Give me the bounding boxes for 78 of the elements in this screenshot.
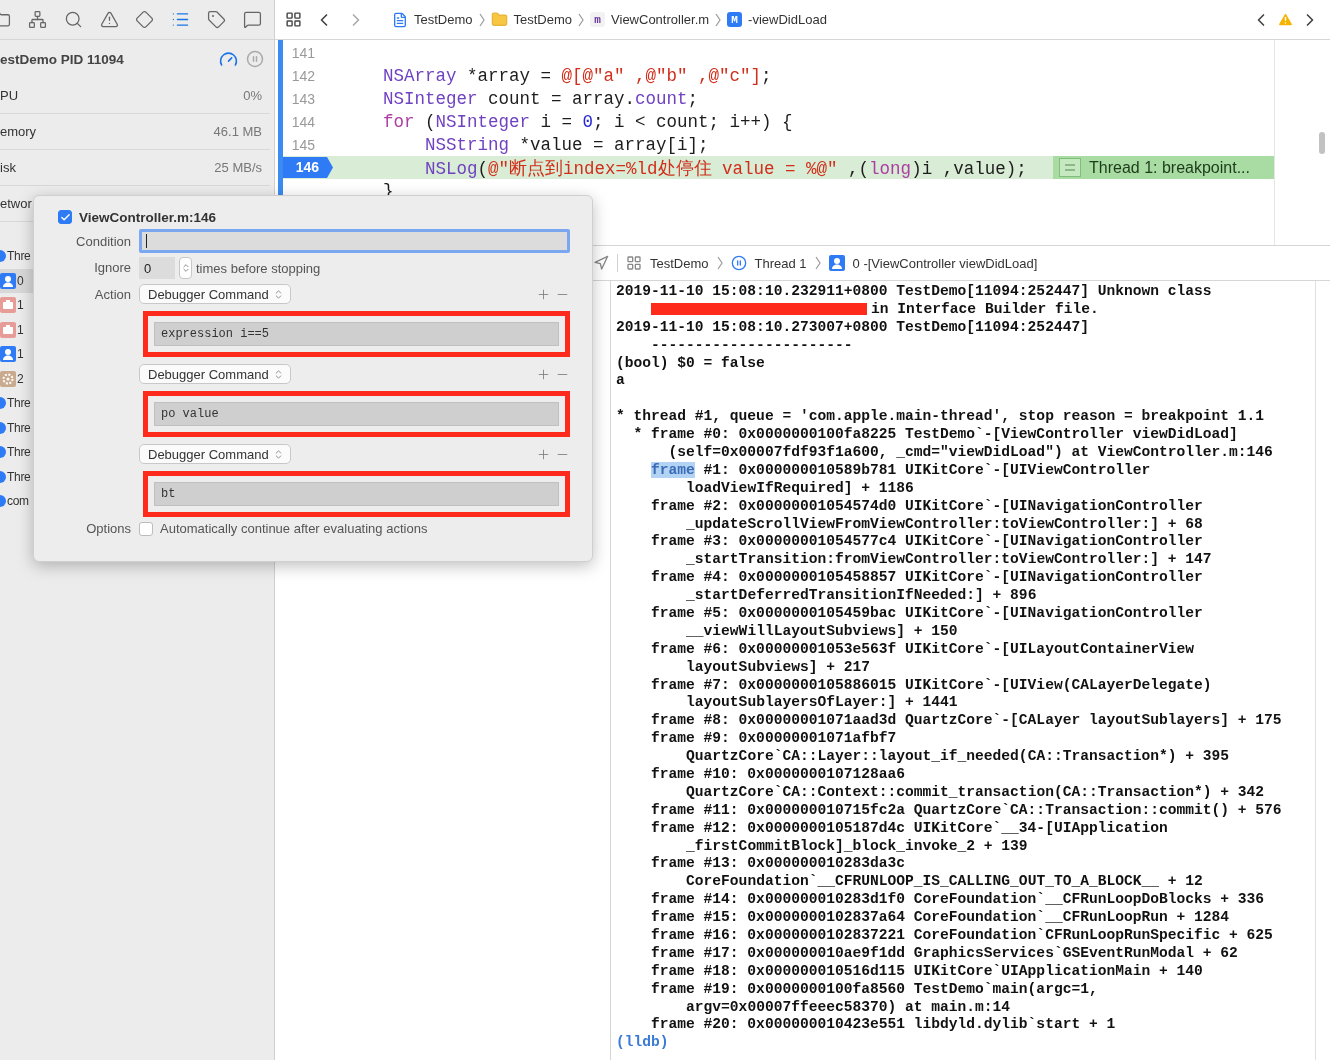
annotation-text: Thread 1: breakpoint... xyxy=(1089,158,1250,177)
method-badge: M xyxy=(727,12,743,27)
thread-label: com xyxy=(7,494,29,509)
ignore-suffix: times before stopping xyxy=(196,260,321,276)
console-line: layoutSubviews] + 217 xyxy=(686,658,870,675)
thread-label: 1 xyxy=(17,298,24,313)
console-line: frame #13: 0x000000010283da3c xyxy=(651,855,905,872)
console-line: frame #7: 0x0000000105886015 UIKitCore`-[UIView(CALayerDelegate) xyxy=(651,676,1212,693)
process-title: estDemo PID 11094 xyxy=(0,51,124,67)
gauge-value: 25 MB/s xyxy=(214,160,262,175)
console-line: _firstCommitBlock]_block_invoke_2 + 139 xyxy=(686,837,1028,854)
thread-label: Thre xyxy=(7,445,31,460)
console-line: frame #16: 0x0000000102837221 CoreFoundation`CFRunLoopRunSpecific + 625 xyxy=(651,927,1273,943)
console-line: frame #14: 0x000000010283d1f0 CoreFoundation`__CFRunLoopDoBlocks + 336 xyxy=(651,891,1265,908)
console-line: frame #6: 0x00000001053e563f UIKitCore`-[UILayoutContainerView xyxy=(651,640,1194,657)
console-line: CoreFoundation`__CFRUNLOOP_IS_CALLING_OUT_TO_A_BLOCK__ + 12 xyxy=(686,873,1203,890)
console-line: frame #20: 0x000000010423e551 libdyld.dylib`start + 1 xyxy=(651,1016,1116,1033)
console-prompt: (lldb) xyxy=(616,1034,669,1051)
console-line: #1: 0x000000010589b781 UIKitCore`-[UIViewController xyxy=(703,461,1151,478)
console-line: _startDeferredTransitionIfNeeded:] + 896 xyxy=(686,587,1037,604)
line-number: 142 xyxy=(290,67,316,84)
selected-text: frame xyxy=(651,461,695,478)
console-line: _updateScrollViewFromViewController:toViewController:] + 68 xyxy=(686,515,1203,532)
gauge-value: 0% xyxy=(243,88,262,103)
console-line: frame #18: 0x000000010516d115 UIKitCore`UIApplicationMain + 140 xyxy=(651,962,1203,979)
console-line: ----------------------- xyxy=(651,336,853,353)
console-line: * thread #1, queue = 'com.apple.main-thread', stop reason = breakpoint 1.1 xyxy=(616,408,1265,425)
console-line: QuartzCore`CA::Context::commit_transaction(CA::Transaction*) + 342 xyxy=(686,783,1265,800)
console-line: * frame #0: 0x0000000100fa8225 TestDemo`-[ViewController viewDidLoad] xyxy=(633,426,1238,443)
console-line: 2019-11-10 15:08:10.232911+0800 TestDemo[11094:252447] Unknown class xyxy=(616,282,1212,299)
thread-label: Thre xyxy=(7,420,31,435)
line-number: 144 xyxy=(290,113,316,130)
console-line: frame #17: 0x000000010ae9f1dd GraphicsServices`GSEventRunModal + 62 xyxy=(651,944,1238,961)
line-number: 141 xyxy=(290,44,316,61)
field-label: Ignore xyxy=(93,259,131,275)
gauge-value: 46.1 MB xyxy=(213,124,262,139)
file-type-badge: m xyxy=(590,12,606,27)
console-line: frame #3: 0x00000001054577c4 UIKitCore`-[UINavigationController xyxy=(651,533,1203,550)
console-line: in Interface Builder file. xyxy=(871,300,1099,317)
thread-label: 0 xyxy=(17,273,24,288)
code-line: NSLog(@"断点到index=%ld处停住 value = %@" ,(long)i ,value); xyxy=(424,157,1028,180)
line-number: 143 xyxy=(290,90,316,107)
console-line: frame #5: 0x0000000105459bac UIKitCore`-[UINavigationController xyxy=(651,604,1203,621)
thread-label: Thre xyxy=(7,469,31,484)
thread-label: 2 xyxy=(17,371,24,386)
console-line: frame #15: 0x0000000102837a64 CoreFoundation`__CFRunLoopRun + 1284 xyxy=(651,909,1230,926)
console-line: frame #11: 0x000000010715fc2a QuartzCore`CA::Transaction::commit() + 576 xyxy=(651,801,1282,818)
checkbox-label: Automatically continue after evaluating actions xyxy=(160,521,428,536)
console-line: QuartzCore`CA::Layer::layout_if_needed(CA::Transaction*) + 395 xyxy=(686,748,1230,765)
console-line: (bool) $0 = false xyxy=(616,354,765,371)
console-line: 2019-11-10 15:08:10.273007+0800 TestDemo[11094:252447] xyxy=(616,318,1089,335)
line-number: 145 xyxy=(290,136,316,153)
code-line: NSArray *array = @[@"a" ,@"b" ,@"c"]; xyxy=(382,65,773,86)
thread-label: Thre xyxy=(7,249,31,264)
thread-label: 1 xyxy=(17,347,24,362)
field-label: Condition xyxy=(75,233,131,249)
console-line: frame #9: 0x00000001071afbf7 xyxy=(651,730,897,747)
code-line: for (NSInteger i = 0; i < count; i++) { xyxy=(382,111,794,132)
field-label: Action xyxy=(93,286,131,302)
console-line: layoutSublayersOfLayer:] + 1441 xyxy=(686,694,958,711)
console-line: loadViewIfRequired] + 1186 xyxy=(686,479,914,496)
code-line: NSInteger count = array.count; xyxy=(382,88,700,109)
console-line: a xyxy=(616,372,625,389)
console-line: _startTransition:fromViewController:toViewController:] + 147 xyxy=(686,551,1212,568)
field-label: Options xyxy=(85,521,131,536)
thread-label: 1 xyxy=(17,322,24,337)
console-line: frame #4: 0x0000000105458857 UIKitCore`-[UINavigationController xyxy=(651,569,1203,586)
popover-title: ViewController.m:146 xyxy=(79,209,217,225)
console-line: frame #10: 0x0000000107128aa6 xyxy=(651,766,905,782)
thread-label: Thre xyxy=(7,396,31,411)
console-line: (self=0x00007fdf93f1a600, _cmd="viewDidLoad") at ViewController.m:146 xyxy=(668,443,1273,460)
console-line: frame #8: 0x00000001071aad3d QuartzCore`-[CALayer layoutSublayers] + 175 xyxy=(651,712,1282,729)
console-line: __viewWillLayoutSubviews] + 150 xyxy=(686,622,958,639)
console-line: argv=0x00007ffeeec58370) at main.m:14 xyxy=(686,998,1011,1015)
console-line: frame #19: 0x0000000100fa8560 TestDemo`main(argc=1, xyxy=(651,980,1098,997)
console-line: frame #2: 0x00000001054574d0 UIKitCore`-[UINavigationController xyxy=(651,497,1203,514)
console-line: frame #12: 0x0000000105187d4c UIKitCore`__34-[UIApplication xyxy=(651,819,1168,836)
code-line: NSString *value = array[i]; xyxy=(424,134,710,155)
